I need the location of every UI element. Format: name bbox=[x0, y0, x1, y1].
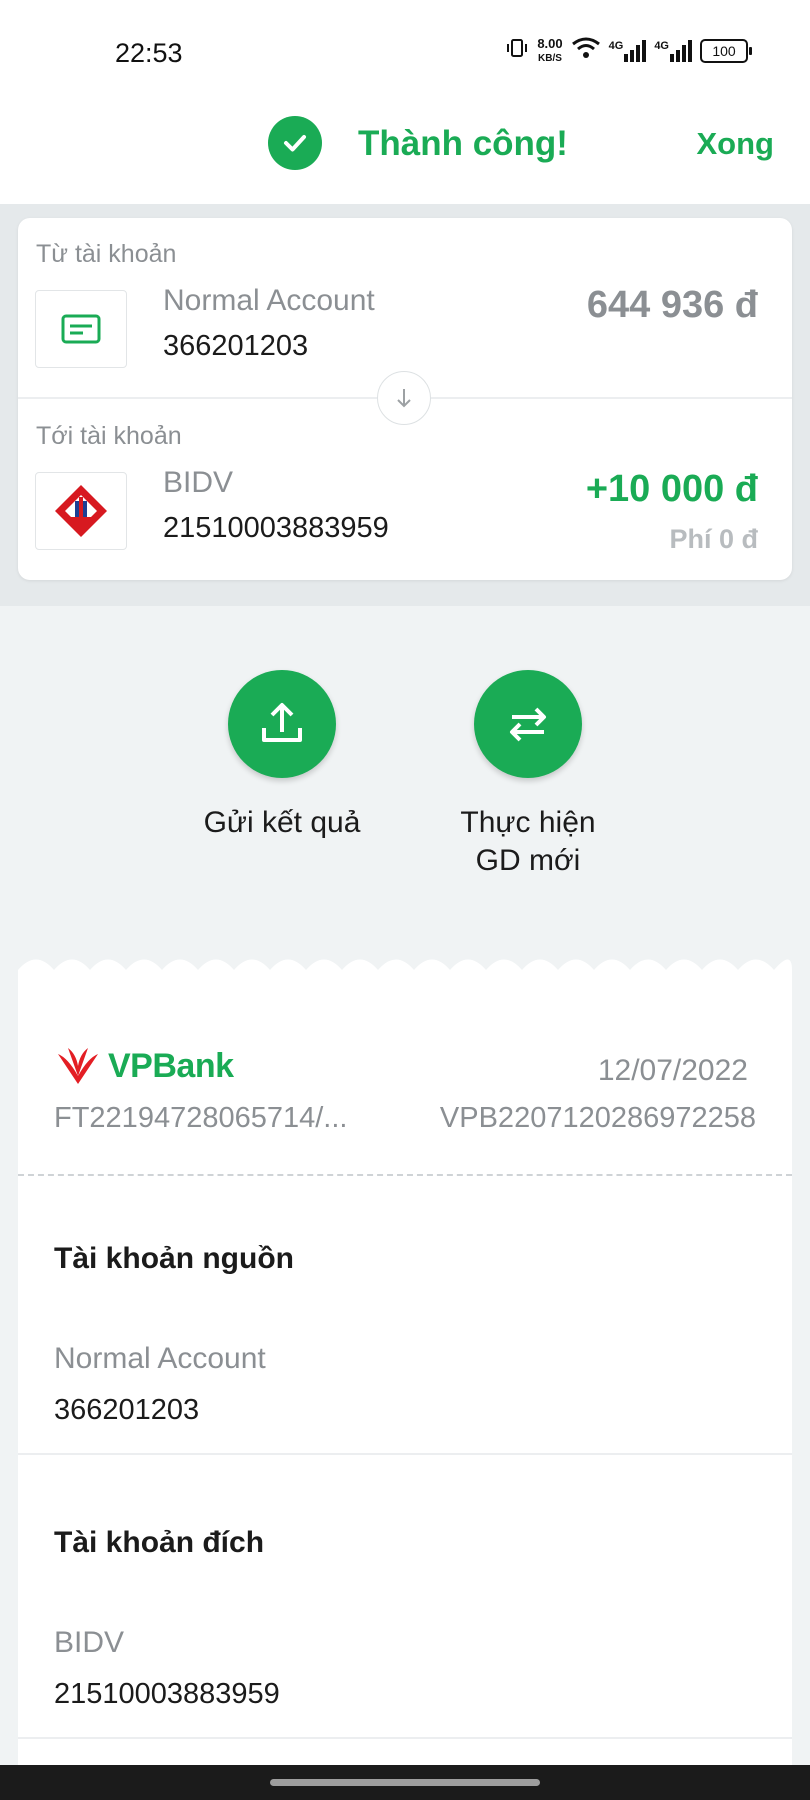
status-icons: 8.00 KB/S 4G 4G 100 bbox=[505, 36, 752, 65]
new-transaction-label: Thực hiện GD mới bbox=[460, 806, 596, 877]
transaction-ref-2: VPB2207120286972258 bbox=[439, 1102, 756, 1134]
vpbank-logo: VPBank bbox=[54, 1046, 234, 1086]
success-check-icon bbox=[268, 116, 322, 170]
transfer-summary-card: Từ tài khoản Normal Account 366201203 64… bbox=[18, 218, 792, 580]
home-gesture-handle[interactable] bbox=[270, 1779, 540, 1786]
from-account-label: Từ tài khoản bbox=[36, 240, 177, 268]
source-account-number: 366201203 bbox=[54, 1394, 200, 1426]
to-account-name: BIDV bbox=[163, 466, 234, 499]
arrow-down-icon bbox=[377, 371, 431, 425]
destination-account-heading: Tài khoản đích bbox=[54, 1526, 265, 1559]
source-account-name: Normal Account bbox=[54, 1342, 266, 1375]
status-bar: 22:53 8.00 KB/S 4G 4G 100 bbox=[0, 0, 810, 100]
from-account-name: Normal Account bbox=[163, 284, 375, 317]
transfer-fee: Phí 0 đ bbox=[669, 524, 758, 554]
signal-label-2: 4G bbox=[654, 39, 669, 52]
vpbank-flower-icon bbox=[58, 1048, 98, 1084]
receipt-divider bbox=[18, 1737, 792, 1739]
signal-icon-1: 4G bbox=[608, 39, 647, 62]
swap-arrows-icon[interactable] bbox=[474, 670, 582, 778]
system-nav-bar bbox=[0, 1765, 810, 1800]
from-balance: 644 936 đ bbox=[586, 284, 758, 326]
header: Thành công! Xong bbox=[0, 100, 810, 204]
signal-label-1: 4G bbox=[608, 39, 624, 52]
status-time: 22:53 bbox=[115, 38, 183, 68]
net-speed: 8.00 KB/S bbox=[537, 37, 562, 65]
bidv-logo bbox=[35, 472, 127, 550]
to-account-label: Tới tài khoản bbox=[36, 422, 182, 450]
transfer-amount: +10 000 đ bbox=[585, 468, 758, 510]
receipt-date: 12/07/2022 bbox=[597, 1054, 748, 1087]
card-icon bbox=[61, 314, 101, 344]
wifi-icon bbox=[571, 36, 601, 65]
receipt-divider bbox=[18, 1453, 792, 1455]
brand-name: VPBank bbox=[108, 1046, 234, 1085]
new-transaction-button[interactable]: Thực hiện GD mới bbox=[448, 670, 608, 880]
dashed-divider bbox=[18, 1174, 792, 1176]
vibrate-icon bbox=[505, 36, 529, 65]
source-account-heading: Tài khoản nguồn bbox=[54, 1242, 294, 1275]
from-account-number: 366201203 bbox=[163, 330, 309, 362]
share-result-button[interactable]: Gửi kết quả bbox=[202, 670, 362, 842]
receipt: VPBank 12/07/2022 FT22194728065714/... V… bbox=[18, 970, 792, 1765]
destination-account-number: 21510003883959 bbox=[54, 1678, 280, 1710]
from-account-icon bbox=[35, 290, 127, 368]
share-upload-icon[interactable] bbox=[228, 670, 336, 778]
done-button[interactable]: Xong bbox=[697, 126, 775, 162]
page-title: Thành công! bbox=[358, 124, 568, 163]
destination-account-name: BIDV bbox=[54, 1626, 125, 1659]
battery-icon: 100 bbox=[700, 38, 752, 63]
share-result-label: Gửi kết quả bbox=[203, 806, 361, 839]
battery-level: 100 bbox=[712, 42, 736, 59]
to-account-number: 21510003883959 bbox=[163, 512, 389, 544]
transaction-ref-1: FT22194728065714/... bbox=[54, 1102, 348, 1134]
signal-icon-2: 4G bbox=[654, 39, 692, 62]
net-speed-value: 8.00 bbox=[537, 35, 563, 51]
net-speed-unit: KB/S bbox=[538, 52, 562, 64]
